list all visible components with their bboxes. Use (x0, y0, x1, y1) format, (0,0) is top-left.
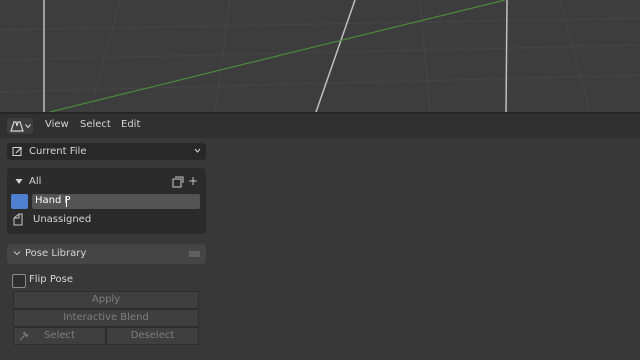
catalog-row-all[interactable]: All + (7, 174, 206, 191)
catalog-tree: All + Hand P Unassigned (7, 168, 206, 234)
3d-viewport[interactable] (0, 0, 640, 112)
edit-file-icon (12, 147, 22, 156)
expand-triangle-icon[interactable] (15, 178, 23, 185)
apply-button[interactable]: Apply (13, 291, 199, 309)
pose-library-panel: Current File All + Hand P Unassigned Pos… (0, 138, 640, 360)
catalog-row-editing[interactable]: Hand P (7, 193, 206, 210)
drag-grip-icon[interactable] (189, 251, 200, 257)
x-axis-line (49, 0, 506, 112)
add-icon[interactable]: + (188, 174, 198, 188)
object-edge-right (505, 0, 508, 112)
text-cursor (66, 196, 67, 207)
deselect-button[interactable]: Deselect (106, 327, 199, 345)
chevron-down-icon (194, 148, 201, 153)
catalog-name-field[interactable]: Hand P (32, 194, 200, 209)
object-edge-diagonal (315, 0, 356, 112)
asset-library-label: Current File (29, 146, 87, 157)
catalog-color-swatch (11, 194, 28, 209)
asset-library-dropdown[interactable]: Current File (7, 143, 206, 160)
chevron-down-icon (13, 251, 21, 256)
unassigned-asset-icon (13, 213, 23, 226)
new-catalog-icon[interactable] (172, 176, 185, 188)
catalog-row-unassigned[interactable]: Unassigned (7, 212, 206, 229)
editor-header: View Select Edit (0, 114, 640, 138)
interactive-blend-button[interactable]: Interactive Blend (13, 309, 199, 327)
subpanel-title: Pose Library (25, 248, 87, 259)
catalog-all-label: All (29, 176, 42, 187)
select-bones-icon (19, 331, 29, 341)
menu-view[interactable]: View (45, 119, 69, 130)
menu-select[interactable]: Select (80, 119, 111, 130)
chevron-down-icon (24, 124, 31, 129)
select-button-label: Select (44, 330, 75, 341)
editor-type-button[interactable] (7, 118, 33, 134)
flip-pose-checkbox[interactable] (12, 274, 26, 288)
menu-edit[interactable]: Edit (121, 119, 140, 130)
pose-library-subpanel-header[interactable]: Pose Library (7, 244, 206, 264)
catalog-unassigned-label: Unassigned (33, 214, 92, 225)
viewport-grid (0, 0, 640, 112)
pose-library-editor-icon (9, 121, 24, 132)
flip-pose-label: Flip Pose (29, 274, 73, 285)
select-button[interactable]: Select (13, 327, 106, 345)
